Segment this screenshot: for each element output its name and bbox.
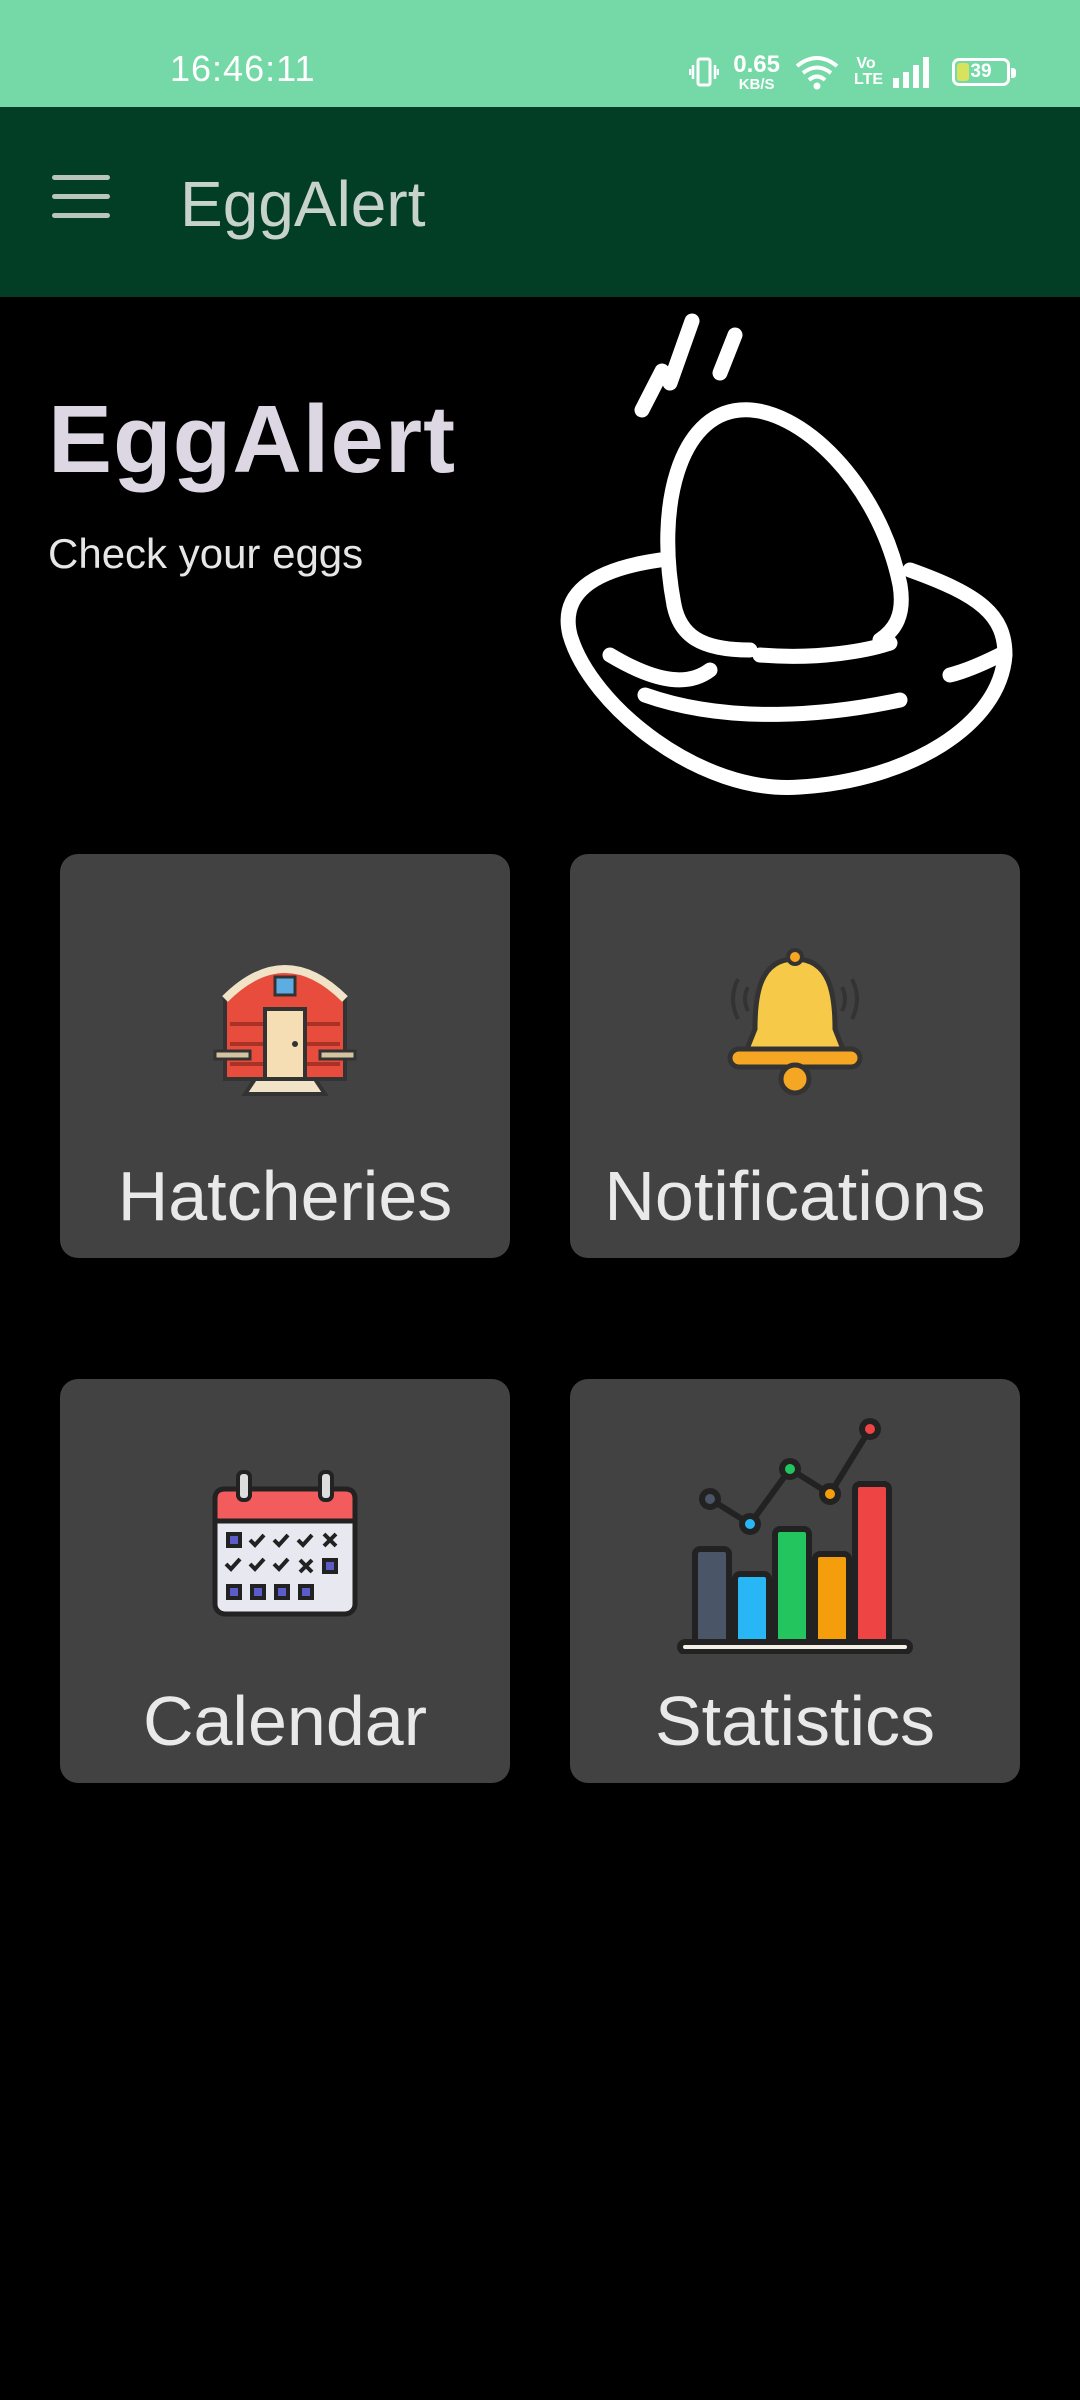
bell-icon — [727, 948, 863, 1096]
calendar-label: Calendar — [142, 1682, 428, 1760]
net-speed-unit: KB/S — [738, 75, 775, 93]
hatcheries-label: Hatcheries — [117, 1157, 453, 1235]
calendar-card[interactable]: Calendar — [60, 1379, 510, 1783]
signal-icon — [893, 57, 929, 88]
hatcheries-card[interactable]: Hatcheries — [60, 854, 510, 1258]
app-bar-title: EggAlert — [180, 168, 426, 240]
hero-title: EggAlert — [48, 386, 457, 493]
network-type: Vo LTE — [854, 55, 884, 88]
app-bar: EggAlert — [0, 107, 1080, 297]
barn-icon — [213, 965, 357, 1096]
notifications-label: Notifications — [604, 1157, 986, 1235]
statistics-label: Statistics — [654, 1682, 936, 1760]
battery-level: 39 — [970, 61, 992, 82]
wifi-icon — [795, 56, 839, 90]
bar-chart-icon — [677, 1418, 913, 1654]
net-speed: 0.65 KB/S — [733, 50, 780, 93]
status-bar: 16:46:11 0.65 KB/S Vo LTE 39 — [0, 0, 1080, 107]
battery-icon: 39 — [952, 58, 1016, 86]
notifications-card[interactable]: Notifications — [570, 854, 1020, 1258]
net-speed-value: 0.65 — [733, 50, 780, 78]
statistics-card[interactable]: Statistics — [570, 1379, 1020, 1783]
vibrate-icon — [689, 57, 720, 87]
hero-subtitle: Check your eggs — [48, 530, 364, 577]
status-time: 16:46:11 — [170, 48, 316, 89]
hamburger-menu-icon[interactable] — [52, 175, 114, 227]
calendar-icon — [212, 1470, 358, 1617]
egg-in-nest-icon — [560, 313, 1013, 795]
status-icons: 0.65 KB/S Vo LTE 39 — [689, 48, 1016, 96]
